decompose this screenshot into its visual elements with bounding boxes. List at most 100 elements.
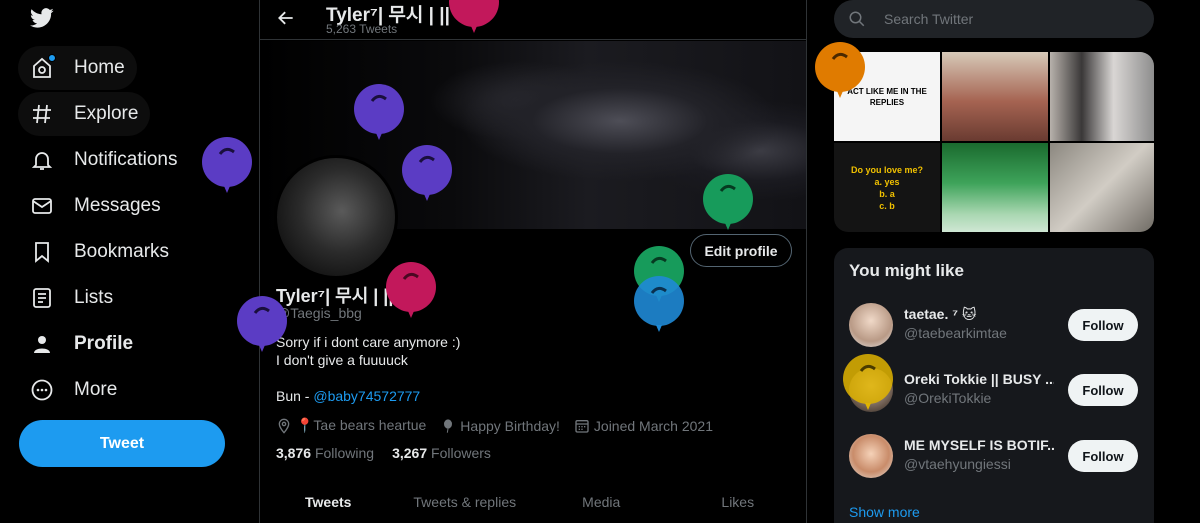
bio-line: Sorry if i dont care anymore :) bbox=[276, 334, 461, 350]
nav-explore[interactable]: Explore bbox=[18, 92, 151, 136]
balloon-icon bbox=[449, 0, 499, 33]
bell-icon bbox=[30, 148, 54, 172]
balloon-icon bbox=[843, 354, 893, 410]
media-tile-option: b. a bbox=[879, 188, 895, 199]
nav-profile[interactable]: Profile bbox=[18, 322, 145, 366]
nav-home[interactable]: Home bbox=[18, 46, 137, 90]
tweet-button[interactable]: Tweet bbox=[19, 420, 225, 467]
person-icon bbox=[30, 332, 54, 356]
balloon-icon bbox=[634, 276, 684, 332]
following-label: Following bbox=[314, 445, 375, 461]
followers-count: 3,267 bbox=[392, 445, 428, 461]
back-arrow-icon[interactable] bbox=[276, 8, 296, 28]
envelope-icon bbox=[30, 194, 54, 218]
joined-text: Joined March 2021 bbox=[593, 417, 713, 434]
balloon-icon bbox=[202, 137, 252, 193]
nav-messages[interactable]: Messages bbox=[18, 184, 173, 228]
notification-dot bbox=[48, 54, 56, 62]
suggested-user-name: Oreki Tokkie || BUSY ... bbox=[904, 371, 1054, 387]
balloon-icon bbox=[402, 145, 452, 201]
media-tile[interactable]: Do you love me? a. yes b. a c. b bbox=[834, 143, 940, 232]
followers-link[interactable]: 3,267 Followers bbox=[392, 445, 491, 461]
search-box[interactable] bbox=[834, 0, 1154, 38]
media-tile[interactable] bbox=[1050, 143, 1154, 232]
home-icon bbox=[30, 54, 56, 80]
suggested-user-handle: @vtaehyungiessi bbox=[904, 456, 1011, 472]
calendar-icon bbox=[575, 419, 589, 433]
media-tile[interactable] bbox=[1050, 52, 1154, 141]
joined-item: Joined March 2021 bbox=[574, 418, 713, 434]
follow-button[interactable]: Follow bbox=[1068, 309, 1138, 341]
nav-label: Lists bbox=[74, 287, 114, 308]
nav-label: Bookmarks bbox=[74, 241, 170, 262]
suggested-user-handle: @taebearkimtae bbox=[904, 325, 1007, 341]
follow-stats: 3,876 Following 3,267 Followers bbox=[276, 445, 491, 461]
media-tile-title: Do you love me? bbox=[850, 164, 923, 175]
tab-media[interactable]: Media bbox=[533, 480, 670, 523]
profile-tabs: Tweets Tweets & replies Media Likes bbox=[260, 480, 806, 523]
tab-tweets[interactable]: Tweets bbox=[260, 480, 397, 523]
profile-media-grid: ACT LIKE ME IN THE REPLIES Do you love m… bbox=[834, 52, 1154, 232]
profile-bio: Sorry if i dont care anymore :) I don't … bbox=[276, 333, 460, 369]
balloon-icon bbox=[386, 262, 436, 318]
nav-label: Profile bbox=[74, 333, 134, 354]
nav-bookmarks[interactable]: Bookmarks bbox=[18, 230, 181, 274]
search-input[interactable] bbox=[884, 11, 1134, 27]
show-more-link[interactable]: Show more bbox=[849, 504, 920, 520]
media-tile[interactable] bbox=[942, 143, 1048, 232]
birthday-item: Happy Birthday! bbox=[440, 418, 560, 434]
bio-mention-line: Bun - @baby74572777 bbox=[276, 388, 420, 404]
bookmark-icon bbox=[30, 240, 54, 264]
balloon-icon bbox=[237, 296, 287, 352]
avatar[interactable] bbox=[849, 434, 893, 478]
profile-avatar[interactable] bbox=[274, 155, 398, 279]
tab-likes[interactable]: Likes bbox=[670, 480, 807, 523]
nav-label: Messages bbox=[74, 195, 161, 216]
nav-notifications[interactable]: Notifications bbox=[18, 138, 190, 182]
suggested-user-handle: @OrekiTokkie bbox=[904, 390, 992, 406]
primary-nav: Home Explore Notifications Messages Book… bbox=[0, 0, 258, 523]
followers-label: Followers bbox=[431, 445, 491, 461]
suggested-user[interactable]: taetae. ⁷ 🐱 @taebearkimtae Follow bbox=[834, 293, 1154, 357]
nav-label: Home bbox=[74, 57, 125, 78]
suggested-user-name: ME MYSELF IS BOTIF... bbox=[904, 437, 1054, 453]
nav-more[interactable]: More bbox=[18, 368, 129, 412]
header-tweet-count: 5,263 Tweets bbox=[326, 22, 398, 36]
media-tile-option: a. yes bbox=[874, 176, 900, 187]
more-circle-icon bbox=[30, 378, 54, 402]
tab-tweets-replies[interactable]: Tweets & replies bbox=[397, 480, 534, 523]
bio-mention-link[interactable]: @baby74572777 bbox=[313, 388, 420, 404]
nav-label: More bbox=[74, 379, 118, 400]
following-count: 3,876 bbox=[276, 445, 312, 461]
bio-mention-prefix: Bun - bbox=[276, 388, 314, 404]
following-link[interactable]: 3,876 Following bbox=[276, 445, 374, 461]
nav-label: Explore bbox=[74, 103, 139, 124]
balloon-icon bbox=[703, 174, 753, 230]
suggested-user[interactable]: ME MYSELF IS BOTIF... @vtaehyungiessi Fo… bbox=[834, 424, 1154, 488]
bio-line: I don't give a fuuuuck bbox=[276, 352, 408, 368]
follow-button[interactable]: Follow bbox=[1068, 440, 1138, 472]
profile-header-bar: Tyler⁷| 무시 | || 5,263 Tweets bbox=[260, 0, 806, 40]
balloon-icon bbox=[354, 84, 404, 140]
nav-lists[interactable]: Lists bbox=[18, 276, 125, 320]
balloon-icon bbox=[444, 418, 453, 433]
media-tile[interactable] bbox=[942, 52, 1048, 141]
location-pin-icon bbox=[278, 418, 290, 434]
hashtag-icon bbox=[30, 102, 54, 126]
edit-profile-button[interactable]: Edit profile bbox=[690, 234, 792, 267]
twitter-logo-icon[interactable] bbox=[28, 6, 56, 30]
suggested-user-name: taetae. ⁷ 🐱 bbox=[904, 306, 977, 322]
balloon-icon bbox=[815, 42, 865, 98]
search-icon bbox=[849, 11, 865, 27]
media-tile-option: c. b bbox=[879, 200, 895, 211]
panel-title: You might like bbox=[849, 261, 964, 280]
nav-label: Notifications bbox=[74, 149, 178, 170]
profile-column: Tyler⁷| 무시 | || 5,263 Tweets Edit profil… bbox=[259, 0, 807, 523]
profile-meta: 📍Tae bears heartue Happy Birthday! Joine… bbox=[276, 417, 713, 434]
location-item: 📍Tae bears heartue bbox=[276, 417, 426, 434]
location-text: 📍Tae bears heartue bbox=[296, 417, 427, 433]
follow-button[interactable]: Follow bbox=[1068, 374, 1138, 406]
birthday-text: Happy Birthday! bbox=[460, 417, 560, 434]
list-icon bbox=[30, 286, 54, 310]
avatar[interactable] bbox=[849, 303, 893, 347]
